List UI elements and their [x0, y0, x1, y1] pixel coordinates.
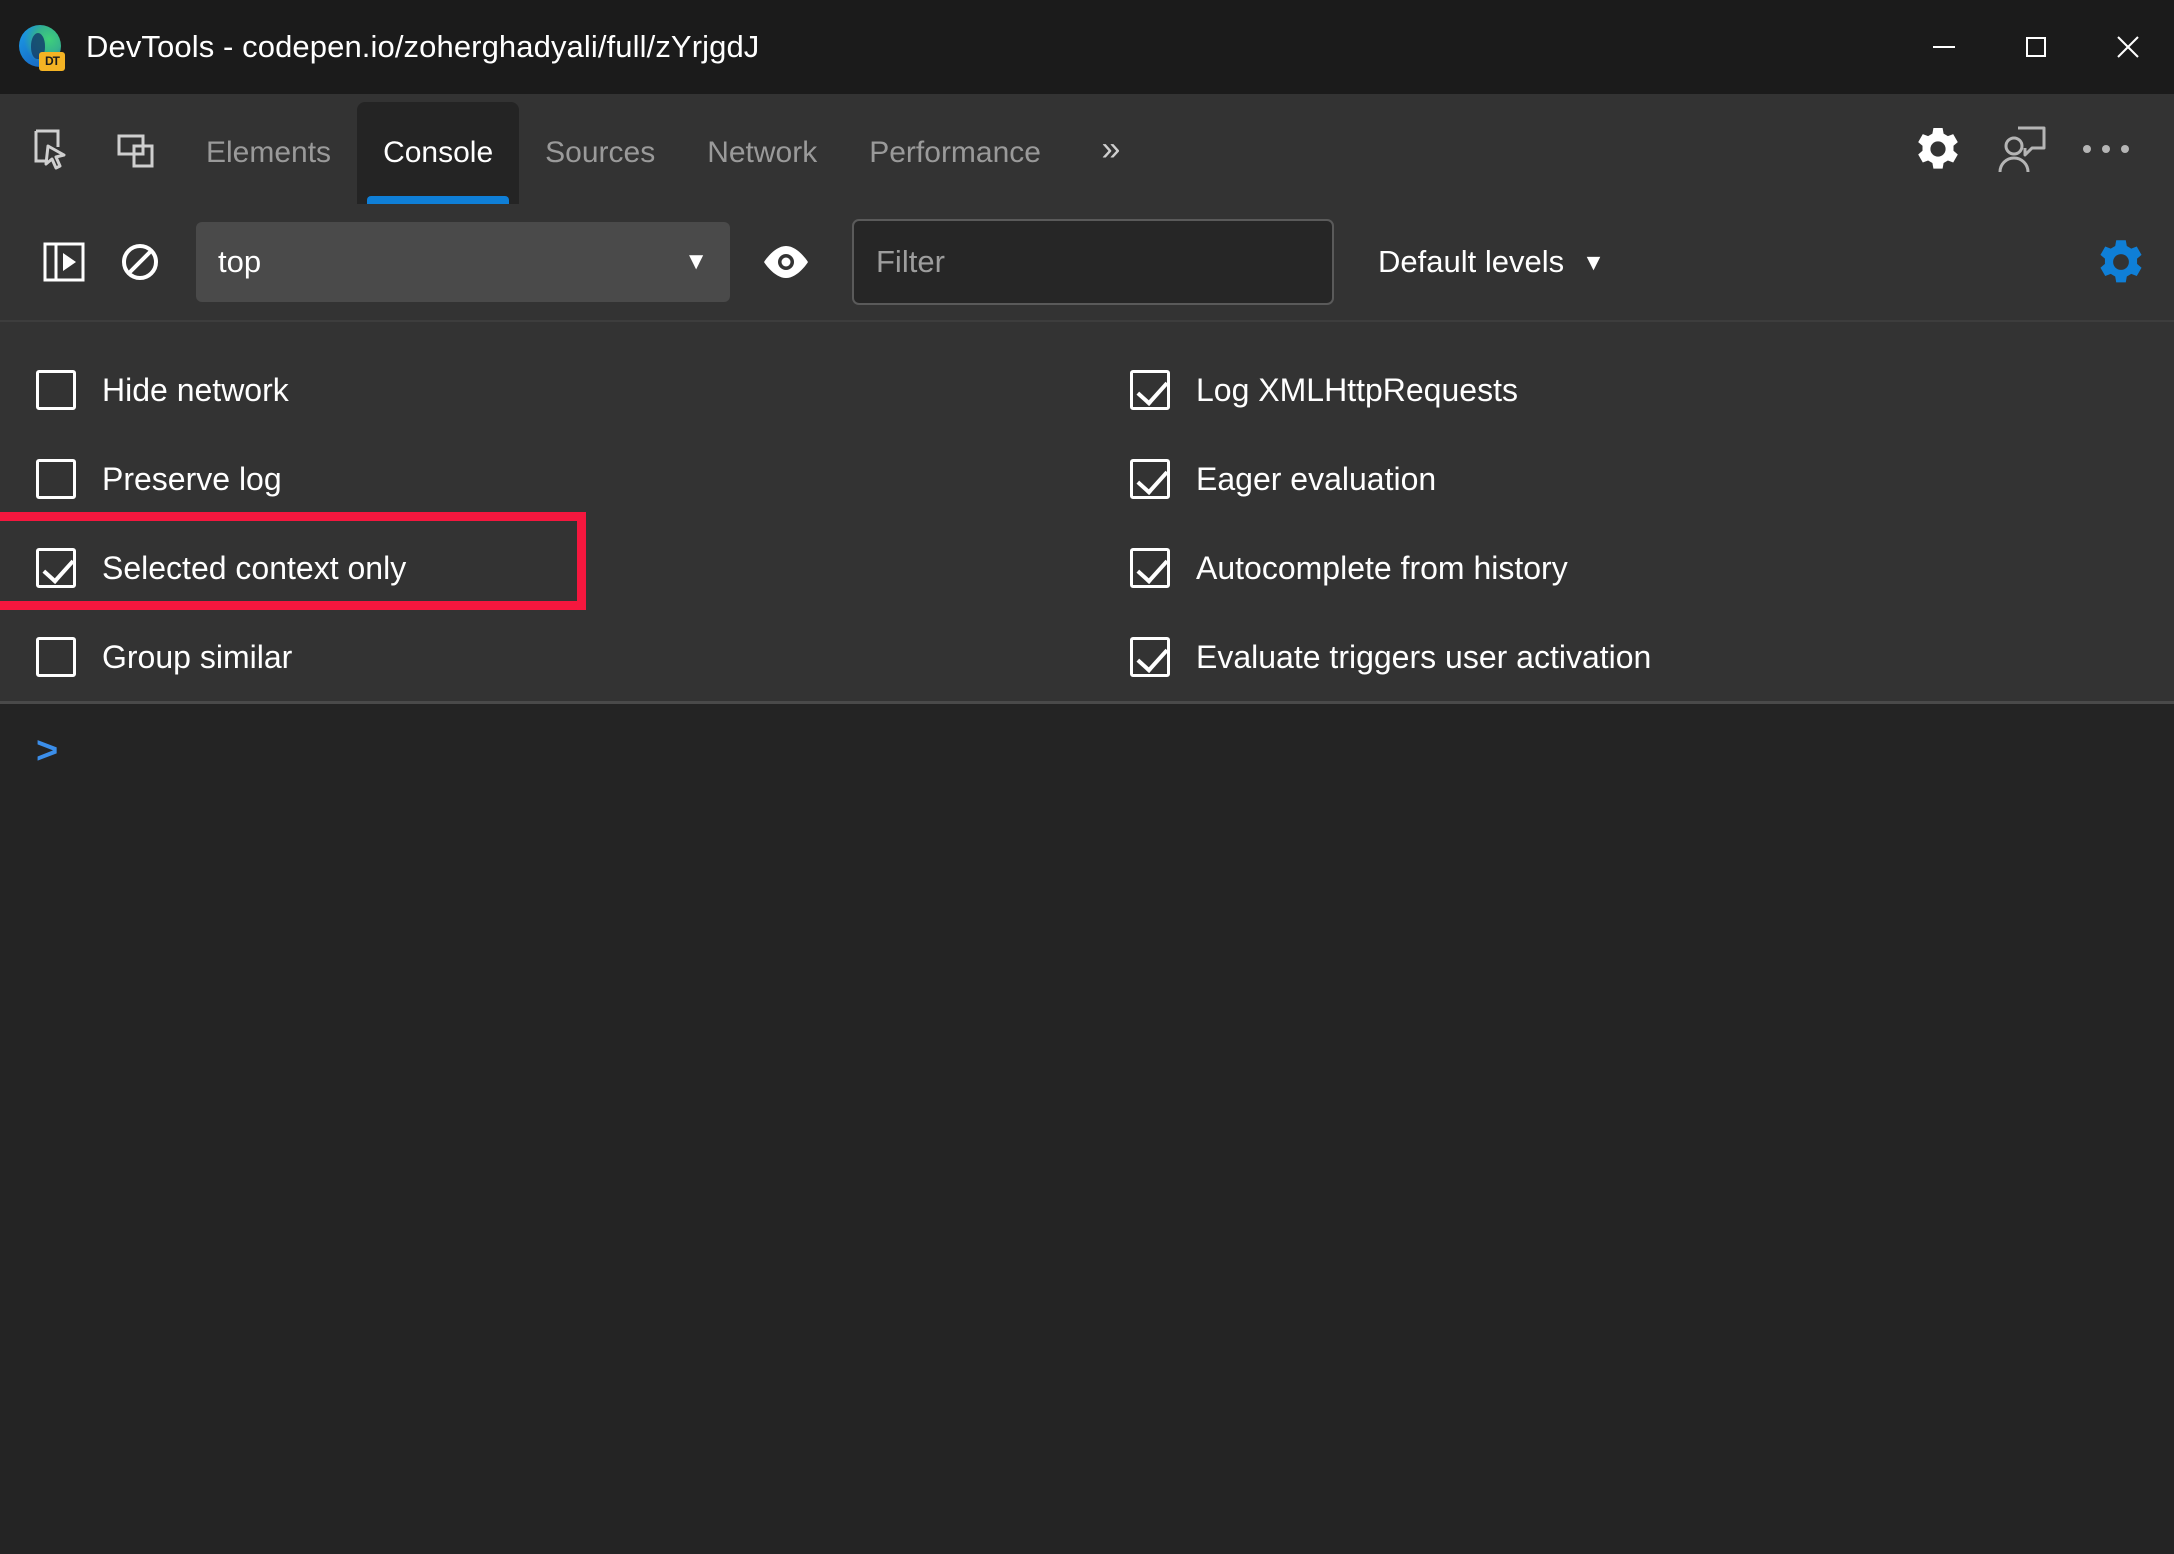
title-bar: DT DevTools - codepen.io/zoherghadyali/f…: [0, 0, 2174, 94]
log-xmlhttprequests-checkbox[interactable]: [1130, 370, 1170, 411]
setting-eager-evaluation[interactable]: Eager evaluation: [1130, 435, 2174, 524]
log-levels-label: Default levels: [1378, 244, 1565, 279]
eager-evaluation-checkbox[interactable]: [1130, 459, 1170, 500]
console-settings-button[interactable]: [2082, 223, 2160, 301]
tab-sources[interactable]: Sources: [519, 102, 681, 204]
clear-console-icon: [122, 244, 158, 280]
tab-bar-actions: [1896, 94, 2174, 204]
tab-network-label: Network: [707, 136, 818, 169]
tab-console[interactable]: Console: [357, 102, 520, 204]
tab-network[interactable]: Network: [681, 102, 843, 204]
close-button[interactable]: [2082, 0, 2174, 94]
console-prompt-row[interactable]: >: [0, 732, 2174, 792]
maximize-icon: [2026, 37, 2046, 57]
more-options-button[interactable]: [2064, 94, 2148, 204]
devtools-window: DT DevTools - codepen.io/zoherghadyali/f…: [0, 0, 2174, 1554]
device-emulation-button[interactable]: [94, 94, 180, 204]
log-xmlhttprequests-label: Log XMLHttpRequests: [1196, 372, 1518, 409]
console-prompt-input[interactable]: [58, 732, 2174, 776]
setting-preserve-log[interactable]: Preserve log: [36, 435, 1120, 524]
console-output-area[interactable]: >: [0, 704, 2174, 1554]
autocomplete-from-history-label: Autocomplete from history: [1196, 549, 1568, 586]
more-options-icon: [2083, 145, 2129, 153]
preserve-log-checkbox[interactable]: [36, 459, 76, 500]
console-settings-pane: Hide network Preserve log Selected conte…: [0, 322, 2174, 704]
tab-sources-label: Sources: [545, 136, 656, 169]
console-settings-right-column: Log XMLHttpRequests Eager evaluation Aut…: [1120, 346, 2174, 701]
clear-console-button[interactable]: [102, 224, 178, 300]
gear-icon: [1918, 128, 1958, 169]
context-value: top: [218, 244, 262, 279]
selected-context-only-label: Selected context only: [102, 549, 407, 586]
console-settings-left-column: Hide network Preserve log Selected conte…: [0, 346, 1120, 701]
devtools-settings-button[interactable]: [1896, 94, 1980, 204]
setting-group-similar[interactable]: Group similar: [36, 612, 1120, 701]
minimize-button[interactable]: [1898, 0, 1990, 94]
tab-elements-label: Elements: [206, 136, 332, 169]
window-controls: [1898, 0, 2174, 94]
minimize-icon: [1933, 46, 1955, 48]
tab-performance-label: Performance: [869, 136, 1041, 169]
tab-elements[interactable]: Elements: [180, 102, 357, 204]
setting-evaluate-triggers-user-activation[interactable]: Evaluate triggers user activation: [1130, 612, 2174, 701]
group-similar-checkbox[interactable]: [36, 636, 76, 677]
setting-selected-context-only[interactable]: Selected context only: [36, 524, 1120, 613]
title-bar-left: DT DevTools - codepen.io/zoherghadyali/f…: [0, 24, 760, 71]
autocomplete-from-history-checkbox[interactable]: [1130, 547, 1170, 588]
console-settings-gear-icon: [2100, 240, 2142, 283]
devtools-tab-bar: Elements Console Sources Network Perform…: [0, 94, 2174, 204]
console-sidebar-toggle-button[interactable]: [26, 224, 102, 300]
live-expression-button[interactable]: [748, 224, 824, 300]
console-toolbar: top ▼ Default levels ▼: [0, 204, 2174, 322]
eager-evaluation-label: Eager evaluation: [1196, 461, 1437, 498]
preserve-log-label: Preserve log: [102, 461, 282, 498]
selected-context-only-checkbox[interactable]: [36, 547, 76, 588]
group-similar-label: Group similar: [102, 638, 293, 675]
hide-network-checkbox[interactable]: [36, 370, 76, 411]
console-filter-input[interactable]: [852, 219, 1334, 305]
logo-badge: DT: [39, 52, 65, 71]
console-sidebar-toggle-icon: [43, 242, 85, 282]
inspect-element-icon: [34, 129, 66, 170]
javascript-context-dropdown[interactable]: top ▼: [196, 222, 730, 302]
log-levels-dropdown[interactable]: Default levels ▼: [1364, 234, 1619, 290]
hide-network-label: Hide network: [102, 372, 289, 409]
inspect-element-button[interactable]: [8, 94, 94, 204]
device-emulation-icon: [117, 134, 154, 168]
chevron-down-icon: ▼: [684, 248, 708, 275]
close-icon: [2117, 36, 2139, 58]
setting-autocomplete-from-history[interactable]: Autocomplete from history: [1130, 524, 2174, 613]
window-title: DevTools - codepen.io/zoherghadyali/full…: [86, 29, 760, 64]
tab-console-label: Console: [383, 136, 494, 169]
feedback-person-icon: [1998, 126, 2046, 173]
console-prompt-chevron-icon: >: [36, 730, 59, 772]
setting-hide-network[interactable]: Hide network: [36, 346, 1120, 435]
evaluate-triggers-user-activation-label: Evaluate triggers user activation: [1196, 638, 1652, 675]
chevron-down-icon: ▼: [1582, 248, 1605, 275]
setting-log-xmlhttprequests[interactable]: Log XMLHttpRequests: [1130, 346, 2174, 435]
evaluate-triggers-user-activation-checkbox[interactable]: [1130, 636, 1170, 677]
send-feedback-button[interactable]: [1980, 94, 2064, 204]
edge-devtools-logo-icon: DT: [18, 24, 65, 71]
tab-performance[interactable]: Performance: [843, 102, 1067, 204]
maximize-button[interactable]: [1990, 0, 2082, 94]
more-tabs-chevron-icon[interactable]: »: [1067, 94, 1155, 204]
live-expression-eye-icon: [764, 246, 808, 278]
